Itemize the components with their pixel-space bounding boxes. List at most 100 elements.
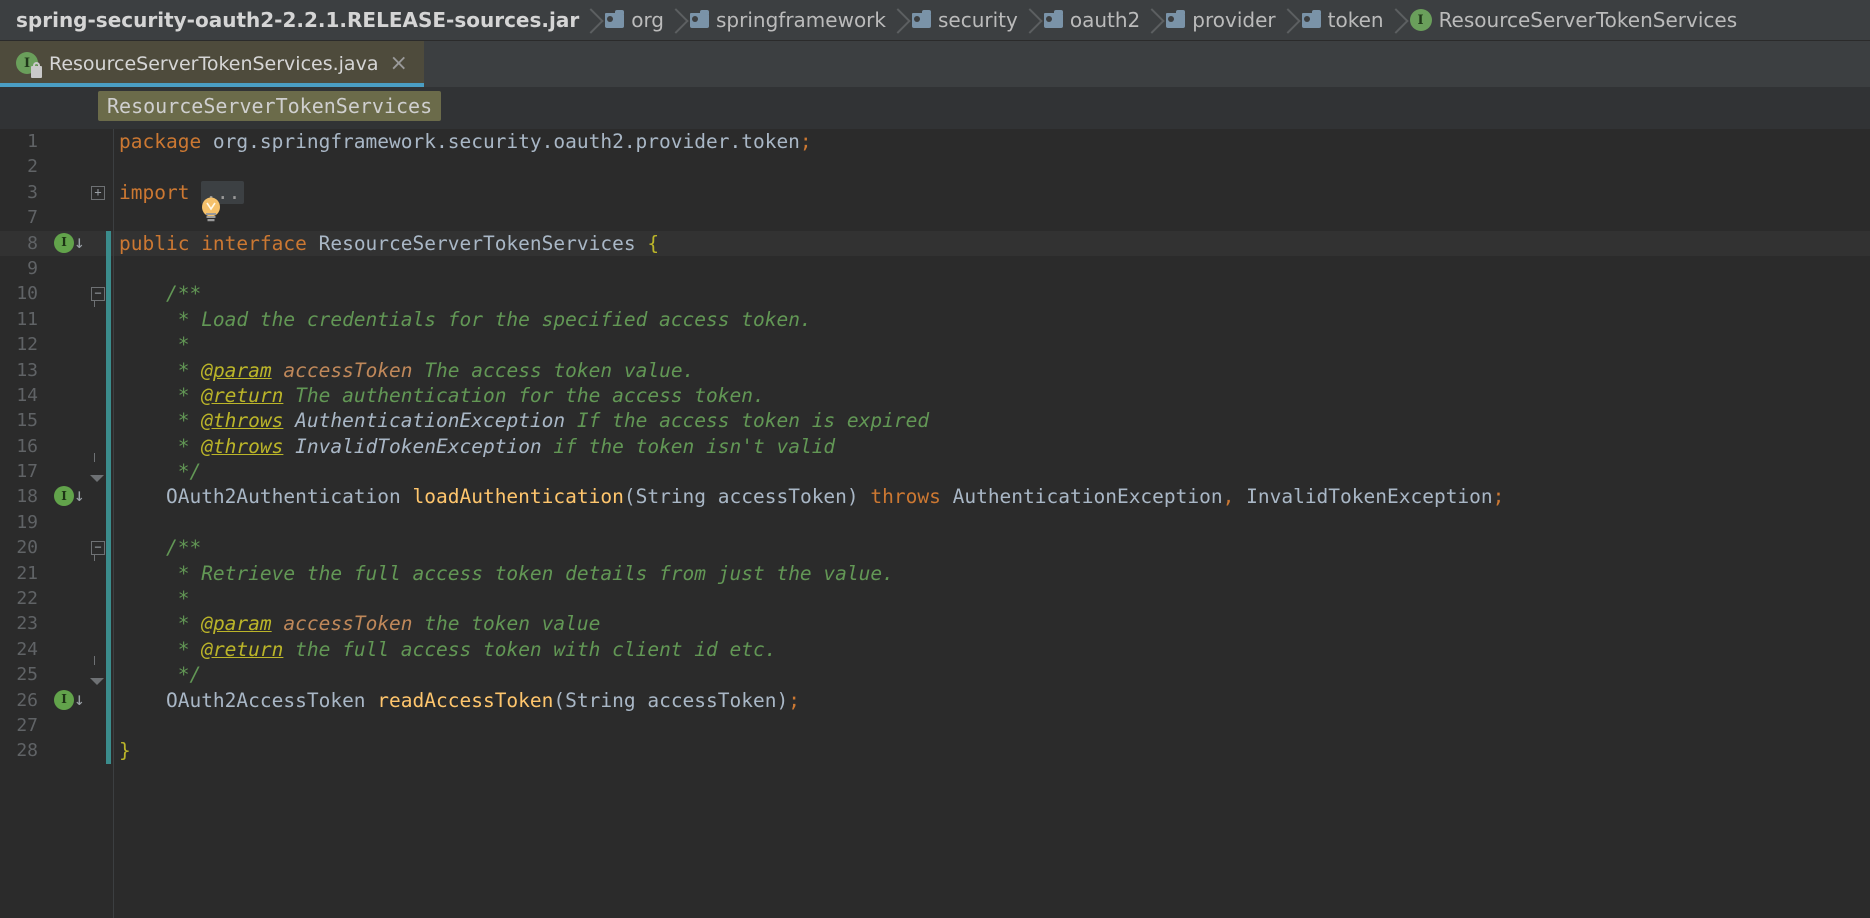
code-line[interactable]: 2 [0, 154, 1870, 179]
line-number: 9 [27, 257, 38, 279]
breadcrumb-navigation-bar[interactable]: spring-security-oauth2-2.2.1.RELEASE-sou… [0, 0, 1870, 41]
code-line[interactable]: 14 * @return The authentication for the … [0, 382, 1870, 409]
code-line[interactable]: 3 + import ... [0, 180, 1870, 205]
vcs-change-marker[interactable] [106, 712, 111, 739]
breadcrumb-item-label: provider [1192, 8, 1276, 32]
folder-icon [605, 9, 625, 28]
editor-tab-resourceservertokenservices[interactable]: I ResourceServerTokenServices.java × [0, 41, 424, 87]
fold-collapse-icon[interactable]: − [91, 287, 105, 302]
code-editor[interactable]: 1 package org.springframework.security.oa… [0, 129, 1870, 918]
folder-icon [912, 9, 931, 28]
code-line-text[interactable]: OAuth2Authentication loadAuthentication(… [111, 484, 1870, 509]
line-number: 19 [16, 511, 38, 533]
code-line-text[interactable]: * @param accessToken The access token va… [111, 358, 1870, 383]
code-line-text[interactable]: * @return The authentication for the acc… [111, 383, 1870, 408]
code-line-text[interactable]: /** [111, 535, 1870, 560]
line-number: 11 [16, 308, 38, 330]
implementation-arrow-icon[interactable]: ↓ [74, 487, 85, 505]
code-line[interactable]: 23 * @param accessToken the token value [0, 611, 1870, 637]
editor-tab-label: ResourceServerTokenServices.java [49, 53, 379, 75]
code-line-text[interactable]: import ... [111, 180, 1870, 205]
implementation-arrow-icon[interactable]: ↓ [74, 233, 85, 252]
breadcrumb-item-org[interactable]: org [591, 0, 676, 40]
line-number: 1 [27, 131, 38, 152]
line-number: 27 [16, 714, 38, 736]
breadcrumb-item-springframework[interactable]: springframework [676, 0, 898, 40]
fold-expand-icon[interactable]: + [91, 185, 105, 200]
implemented-interface-icon[interactable]: I [54, 232, 74, 253]
breadcrumb-item-provider[interactable]: provider [1152, 0, 1287, 40]
line-number: 17 [16, 461, 38, 483]
code-line[interactable]: 26 I ↓ OAuth2AccessToken readAccessToken(S… [0, 687, 1870, 713]
code-line[interactable]: 17 */ [0, 453, 1870, 485]
code-line-text[interactable]: * Retrieve the full access token details… [111, 561, 1870, 586]
vcs-change-marker[interactable] [106, 255, 111, 282]
code-line-text[interactable]: * Load the credentials for the specified… [111, 307, 1870, 332]
code-line[interactable]: 18 I ↓ OAuth2Authentication loadAuthentica… [0, 484, 1870, 510]
code-line-text[interactable]: * @return the full access token with cli… [111, 637, 1870, 662]
code-line-text[interactable]: * @throws AuthenticationException If the… [111, 408, 1870, 433]
line-number: 28 [16, 740, 38, 762]
vcs-change-marker[interactable] [106, 154, 111, 179]
interface-icon: I [16, 52, 42, 78]
code-line-text[interactable]: */ [111, 459, 1870, 484]
line-number: 25 [16, 664, 38, 686]
breadcrumb-item-resourceservertokenservices[interactable]: I ResourceServerTokenServices [1396, 0, 1750, 40]
breadcrumb-item-security[interactable]: security [898, 0, 1030, 40]
code-line-text[interactable]: } [111, 738, 1870, 763]
code-line[interactable]: 21 * Retrieve the full access token deta… [0, 560, 1870, 587]
line-number: 26 [16, 689, 38, 711]
code-line[interactable]: 16 * @throws InvalidTokenException if th… [0, 433, 1870, 460]
breadcrumb-item-label: org [631, 8, 665, 32]
code-line[interactable]: 11 * Load the credentials for the specif… [0, 306, 1870, 333]
code-line[interactable]: 22 * [0, 586, 1870, 612]
code-line-text[interactable]: */ [111, 662, 1870, 687]
breadcrumb-item-token[interactable]: token [1288, 0, 1396, 40]
folder-icon [1166, 9, 1186, 28]
code-line-text[interactable]: OAuth2AccessToken readAccessToken(String… [111, 688, 1870, 713]
breadcrumb-item-label: security [938, 8, 1018, 32]
line-number: 10 [16, 283, 38, 305]
line-number: 13 [16, 359, 38, 381]
fold-collapse-icon[interactable]: − [91, 541, 105, 556]
code-line-text[interactable]: * [111, 586, 1870, 611]
folder-icon [1043, 9, 1063, 28]
code-line[interactable]: 1 package org.springframework.security.oa… [0, 129, 1870, 154]
code-line[interactable]: 27 [0, 712, 1870, 739]
intention-bulb-icon[interactable] [200, 197, 222, 223]
line-number: 16 [16, 435, 38, 457]
line-number: 8 [27, 232, 38, 254]
code-line-text[interactable]: /** [111, 281, 1870, 306]
code-line-text[interactable]: * [111, 332, 1870, 357]
code-line[interactable]: 13 * @param accessToken The access token… [0, 357, 1870, 383]
code-line-text[interactable]: * @param accessToken the token value [111, 611, 1870, 636]
breadcrumb-item-oauth2[interactable]: oauth2 [1030, 0, 1152, 40]
editor-tab-strip: I ResourceServerTokenServices.java × [0, 41, 1870, 87]
sticky-breadcrumb-label[interactable]: ResourceServerTokenServices [98, 91, 442, 121]
close-icon[interactable]: × [387, 53, 409, 75]
lock-icon [31, 62, 42, 78]
code-line[interactable]: 28} [0, 738, 1870, 764]
code-line[interactable]: 24 * @return the full access token with … [0, 636, 1870, 663]
code-line[interactable]: 8 I ↓ public interface ResourceServerTokenS… [0, 230, 1870, 256]
code-line[interactable]: 9 [0, 255, 1870, 282]
code-line-text[interactable]: * @throws InvalidTokenException if the t… [111, 434, 1870, 459]
vcs-change-marker[interactable] [106, 205, 111, 230]
code-line[interactable]: 12 * [0, 332, 1870, 358]
breadcrumb-item-spring-security-oauth2-2-2-1-release-sources-jar[interactable]: spring-security-oauth2-2.2.1.RELEASE-sou… [0, 0, 591, 40]
implemented-interface-icon[interactable]: I [54, 486, 74, 507]
code-line-text[interactable]: public interface ResourceServerTokenServ… [111, 231, 1870, 256]
implemented-interface-icon[interactable]: I [54, 689, 74, 710]
fold-region-end-icon[interactable] [90, 678, 104, 686]
fold-region-end-icon[interactable] [90, 475, 104, 483]
code-line[interactable]: 20 − /** [0, 535, 1870, 562]
code-line[interactable]: 10 − /** [0, 281, 1870, 308]
code-line-text[interactable]: package org.springframework.security.oau… [111, 129, 1870, 154]
vcs-change-marker[interactable] [106, 509, 111, 536]
breadcrumb-item-label: ResourceServerTokenServices [1438, 8, 1738, 32]
code-line[interactable]: 25 */ [0, 656, 1870, 688]
code-line[interactable]: 19 [0, 509, 1870, 536]
code-line[interactable]: 7 [0, 197, 1870, 230]
implementation-arrow-icon[interactable]: ↓ [74, 690, 85, 709]
code-line[interactable]: 15 * @throws AuthenticationException If … [0, 408, 1870, 434]
